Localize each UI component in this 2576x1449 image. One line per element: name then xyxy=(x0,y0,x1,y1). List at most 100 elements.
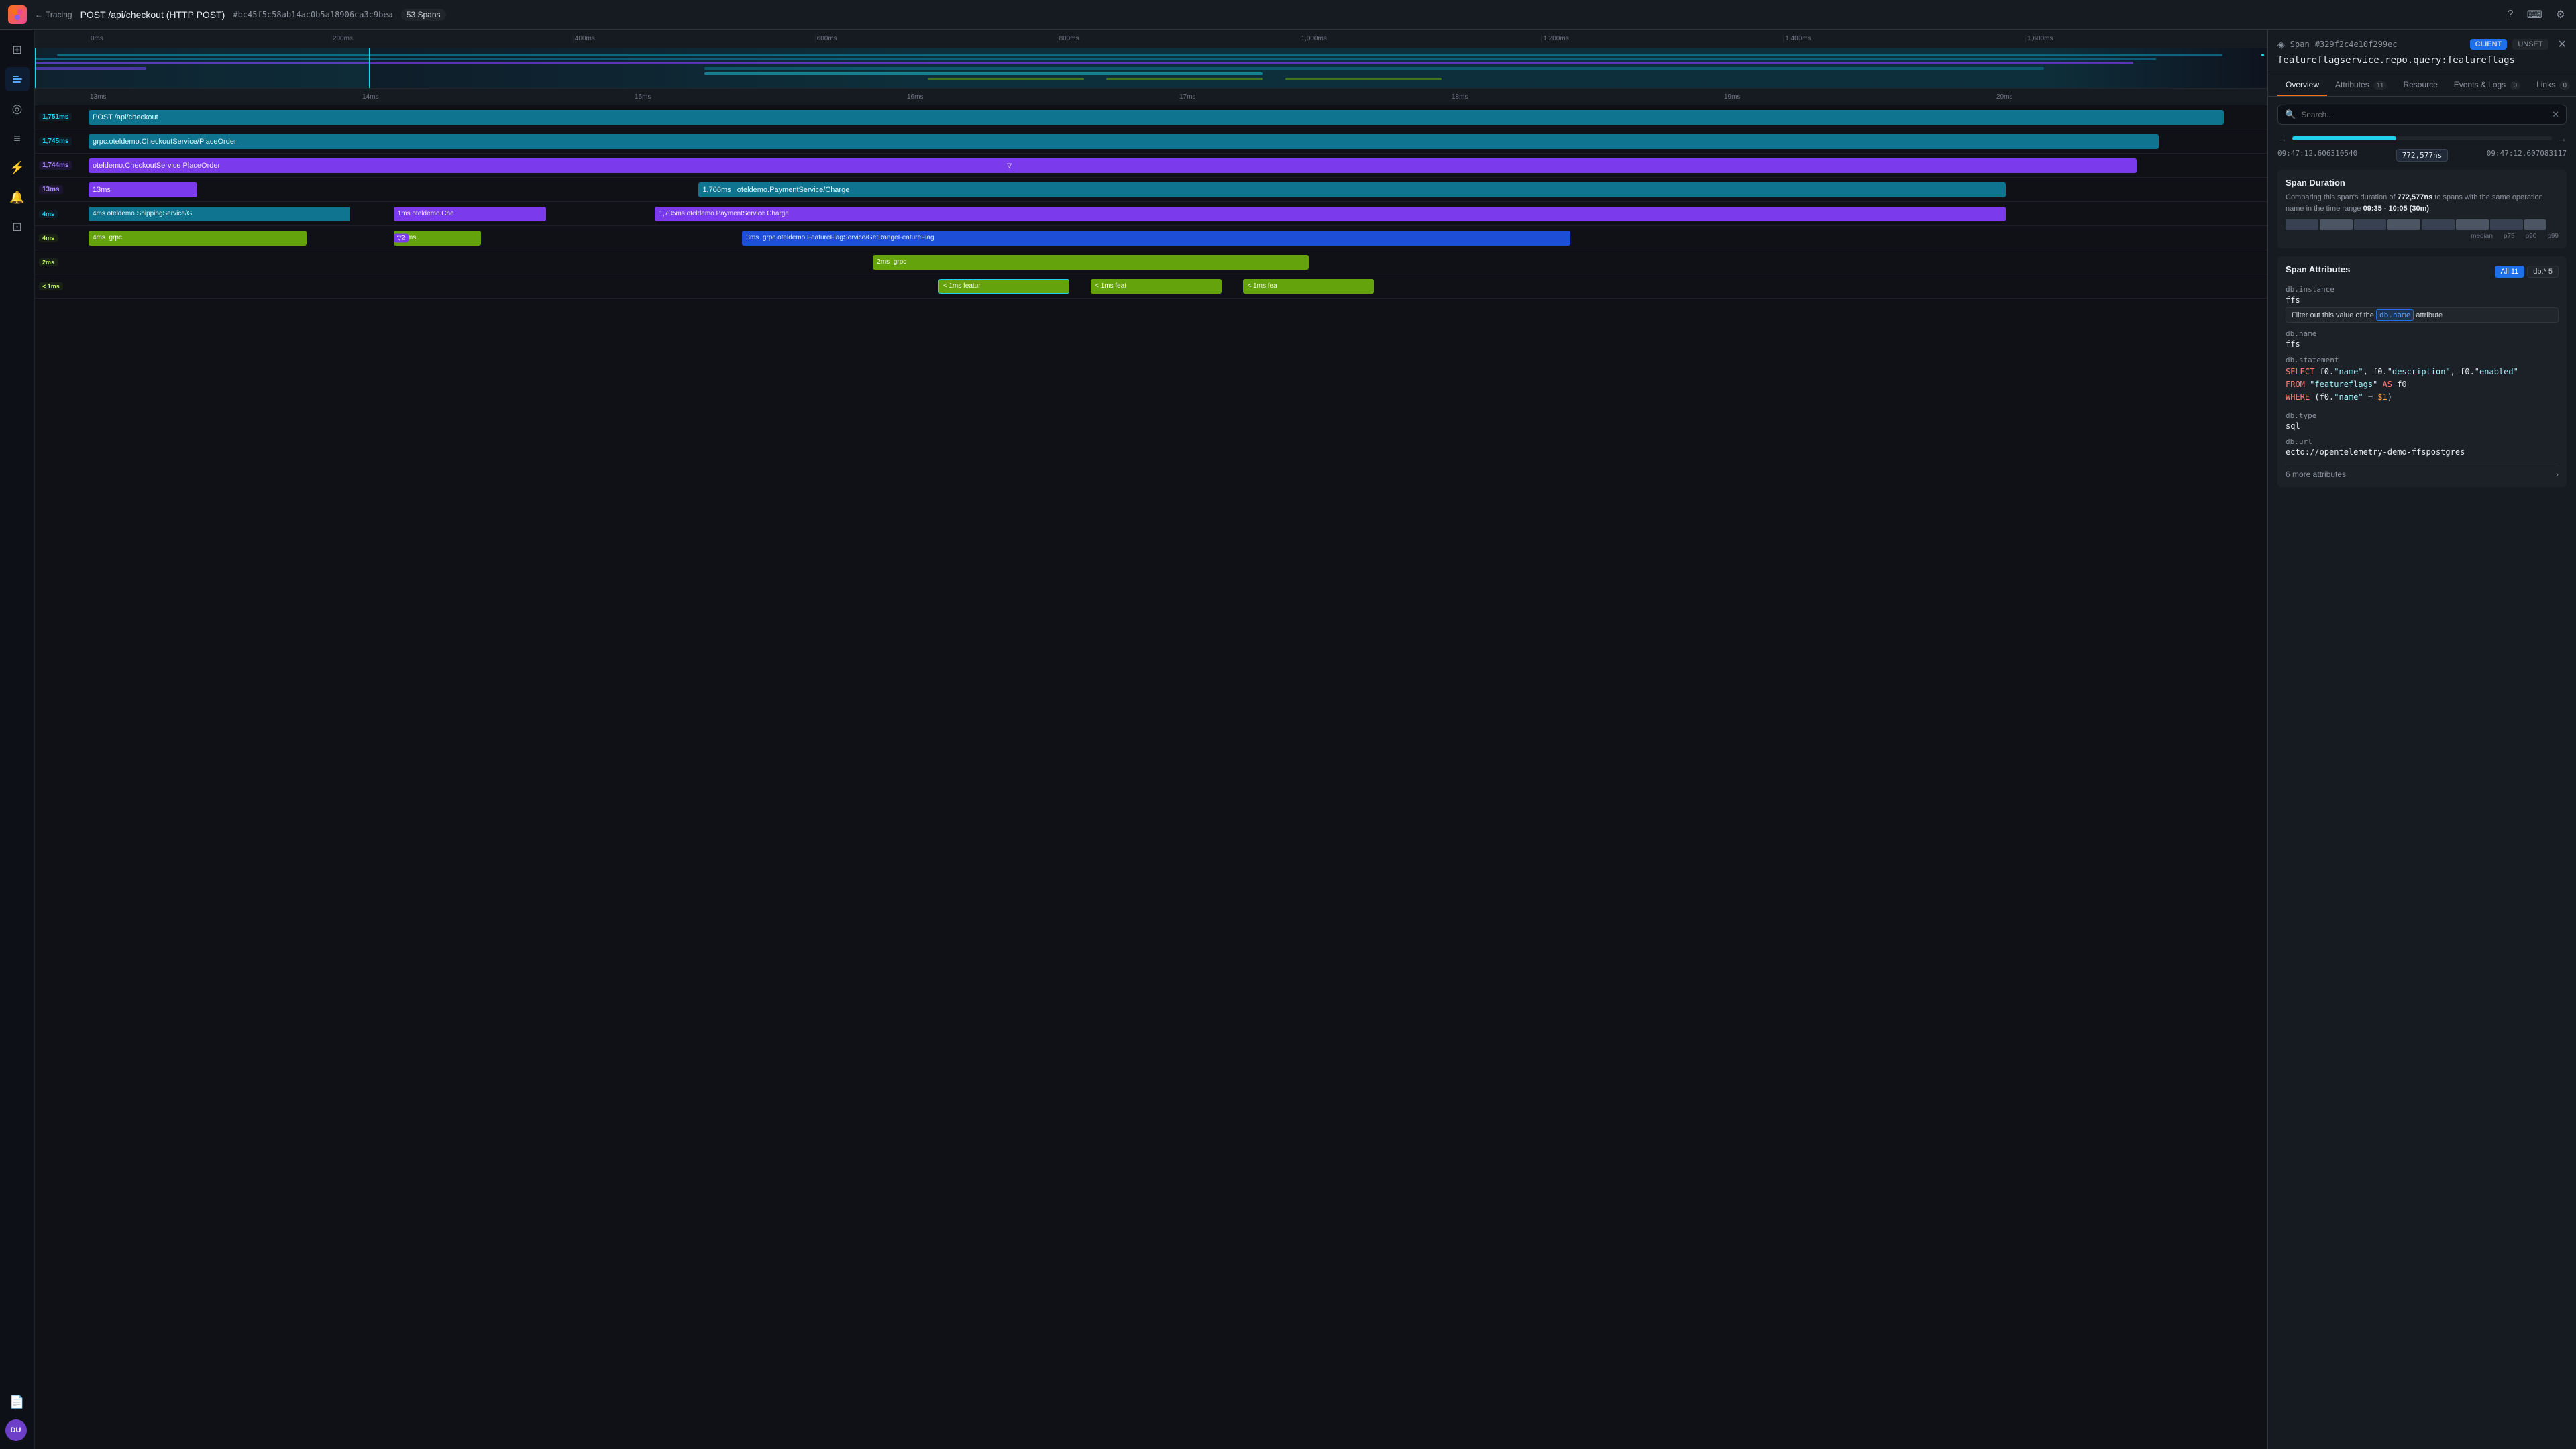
ruler-tick-7: 1,400ms xyxy=(1783,35,2025,42)
sub-tick-2: 15ms xyxy=(633,93,906,101)
minimap[interactable] xyxy=(35,48,2267,89)
timeline-start-arrow: → xyxy=(2277,133,2287,144)
avatar[interactable]: DU xyxy=(5,1419,27,1441)
attr-key: db.name xyxy=(2286,329,2559,338)
panel-span-name: featureflagservice.repo.query:featurefla… xyxy=(2277,55,2567,66)
attr-item-db-name: db.name ffs xyxy=(2286,329,2559,349)
span-id: Span xyxy=(2290,40,2310,49)
attr-key: db.instance xyxy=(2286,285,2559,294)
duration-histogram xyxy=(2286,219,2559,230)
tab-overview[interactable]: Overview xyxy=(2277,74,2327,96)
span-row[interactable]: 4ms 4ms grpc < 1ms ▽2 3ms grpc.oteldemo.… xyxy=(35,226,2267,250)
span-row[interactable]: 1,744ms oteldemo.CheckoutService PlaceOr… xyxy=(35,154,2267,178)
sub-tick-6: 19ms xyxy=(1723,93,1995,101)
attr-value: ecto://opentelemetry-demo-ffspostgres xyxy=(2286,447,2559,457)
filter-all-button[interactable]: All 11 xyxy=(2495,266,2525,278)
sidebar-item-docs[interactable]: 📄 xyxy=(5,1390,30,1414)
tab-events-logs[interactable]: Events & Logs 0 xyxy=(2446,74,2528,96)
span-row[interactable]: 4ms 4ms oteldemo.ShippingService/G 1ms o… xyxy=(35,202,2267,226)
sidebar-item-alerts[interactable]: ⚡ xyxy=(5,156,30,180)
ruler-tick-4: 800ms xyxy=(1057,35,1299,42)
more-attributes-button[interactable]: 6 more attributes › xyxy=(2286,464,2559,479)
span-duration-desc: Comparing this span's duration of 772,57… xyxy=(2286,192,2559,214)
search-input[interactable] xyxy=(2301,110,2546,119)
span-row[interactable]: 2ms 2ms grpc xyxy=(35,250,2267,274)
timeline-end-time: 09:47:12.607083117 xyxy=(2487,149,2567,162)
trace-hash: #bc45f5c58ab14ac0b5a18906ca3c9bea xyxy=(233,10,392,19)
clear-search-button[interactable]: ✕ xyxy=(2552,109,2559,120)
attributes-title: Span Attributes xyxy=(2286,264,2350,274)
attr-value: ffs xyxy=(2286,295,2559,305)
back-arrow-icon: ← xyxy=(35,10,43,19)
span-row[interactable]: 1,751ms POST /api/checkout xyxy=(35,105,2267,129)
help-icon[interactable]: ? xyxy=(2505,6,2516,23)
sidebar-item-metrics[interactable]: ◎ xyxy=(5,97,30,121)
span-duration-section: Span Duration Comparing this span's dura… xyxy=(2277,170,2567,248)
settings-icon[interactable]: ⚙ xyxy=(2553,5,2568,24)
sidebar-item-dashboards[interactable]: ⊡ xyxy=(5,215,30,239)
sub-tick-3: 16ms xyxy=(906,93,1178,101)
topbar: ← Tracing POST /api/checkout (HTTP POST)… xyxy=(0,0,2576,30)
ruler-ticks: 0ms 200ms 400ms 600ms 800ms 1,000ms 1,20… xyxy=(89,35,2267,42)
panel-timeline-bar xyxy=(2292,136,2552,140)
links-count: 0 xyxy=(2559,81,2570,90)
attr-key: db.statement xyxy=(2286,356,2559,364)
more-attrs-label: 6 more attributes xyxy=(2286,470,2346,479)
sidebar-item-traces[interactable] xyxy=(5,67,30,91)
back-button[interactable]: ← Tracing xyxy=(35,10,72,19)
tab-resource[interactable]: Resource xyxy=(2395,74,2445,96)
close-button[interactable]: ✕ xyxy=(2558,38,2567,51)
app-logo xyxy=(8,5,27,24)
tab-attributes[interactable]: Attributes 11 xyxy=(2327,74,2395,96)
label-p90: p90 xyxy=(2526,233,2537,240)
timeline-header: 0ms 200ms 400ms 600ms 800ms 1,000ms 1,20… xyxy=(35,30,2267,105)
span-icon: ◈ xyxy=(2277,39,2285,50)
attr-value: sql xyxy=(2286,421,2559,431)
label-p99: p99 xyxy=(2547,233,2559,240)
sidebar-item-notifications[interactable]: 🔔 xyxy=(5,185,30,209)
panel-header: ◈ Span #329f2c4e10f299ec CLIENT UNSET ✕ … xyxy=(2268,30,2576,74)
span-duration-title: Span Duration xyxy=(2286,178,2559,188)
span-row[interactable]: < 1ms < 1ms featur < 1ms feat < 1ms fea xyxy=(35,274,2267,299)
label-median: median xyxy=(2471,233,2493,240)
label-p75: p75 xyxy=(2504,233,2515,240)
client-badge: CLIENT xyxy=(2470,39,2508,50)
span-row[interactable]: 1,745ms grpc.oteldemo.CheckoutService/Pl… xyxy=(35,129,2267,154)
chevron-right-icon: › xyxy=(2556,470,2559,479)
filter-buttons: All 11 db.* 5 xyxy=(2495,266,2559,278)
attr-item-db-statement: db.statement SELECT f0."name", f0."descr… xyxy=(2286,356,2559,405)
spans-container: 1,751ms POST /api/checkout 1,745ms grpc.… xyxy=(35,105,2267,1449)
timeline-end-arrow: → xyxy=(2557,133,2567,144)
attributes-count: 11 xyxy=(2373,81,2387,90)
sub-tick-7: 20ms xyxy=(1995,93,2267,101)
attributes-header: Span Attributes All 11 db.* 5 xyxy=(2286,264,2559,278)
sub-tick-0: 13ms xyxy=(89,93,361,101)
attr-value: SELECT f0."name", f0."description", f0."… xyxy=(2286,366,2559,405)
panel-tabs: Overview Attributes 11 Resource Events &… xyxy=(2268,74,2576,97)
attr-item-db-url: db.url ecto://opentelemetry-demo-ffspost… xyxy=(2286,437,2559,457)
sub-tick-5: 18ms xyxy=(1450,93,1723,101)
tab-links[interactable]: Links 0 xyxy=(2528,74,2576,96)
attr-value: ffs xyxy=(2286,339,2559,349)
attr-item-db-type: db.type sql xyxy=(2286,411,2559,431)
right-panel: ◈ Span #329f2c4e10f299ec CLIENT UNSET ✕ … xyxy=(2267,30,2576,1449)
span-row[interactable]: 13ms 13ms 1,706ms oteldemo.PaymentServic… xyxy=(35,178,2267,202)
events-count: 0 xyxy=(2510,81,2521,90)
ruler-tick-2: 400ms xyxy=(573,35,815,42)
ruler-tick-8: 1,600ms xyxy=(2025,35,2267,42)
sub-tick-4: 17ms xyxy=(1178,93,1450,101)
spans-badge: 53 Spans xyxy=(401,9,446,21)
filter-db-button[interactable]: db.* 5 xyxy=(2527,266,2559,278)
sidebar-item-logs[interactable]: ≡ xyxy=(5,126,30,150)
attr-tooltip: Filter out this value of the db.name att… xyxy=(2286,307,2559,323)
attr-key: db.type xyxy=(2286,411,2559,420)
trace-area: 0ms 200ms 400ms 600ms 800ms 1,000ms 1,20… xyxy=(35,30,2267,1449)
unset-badge: UNSET xyxy=(2512,39,2548,50)
sub-ruler: 13ms 14ms 15ms 16ms 17ms 18ms 19ms 20ms xyxy=(35,89,2267,105)
span-attributes-section: Span Attributes All 11 db.* 5 db.instanc… xyxy=(2277,256,2567,487)
span-id-hash: #329f2c4e10f299ec xyxy=(2315,40,2398,49)
ruler-tick-3: 600ms xyxy=(815,35,1057,42)
sidebar-item-grid[interactable]: ⊞ xyxy=(5,38,30,62)
terminal-icon[interactable]: ⌨ xyxy=(2524,5,2545,24)
sidebar: ⊞ ◎ ≡ ⚡ 🔔 ⊡ 📄 DU xyxy=(0,30,35,1449)
